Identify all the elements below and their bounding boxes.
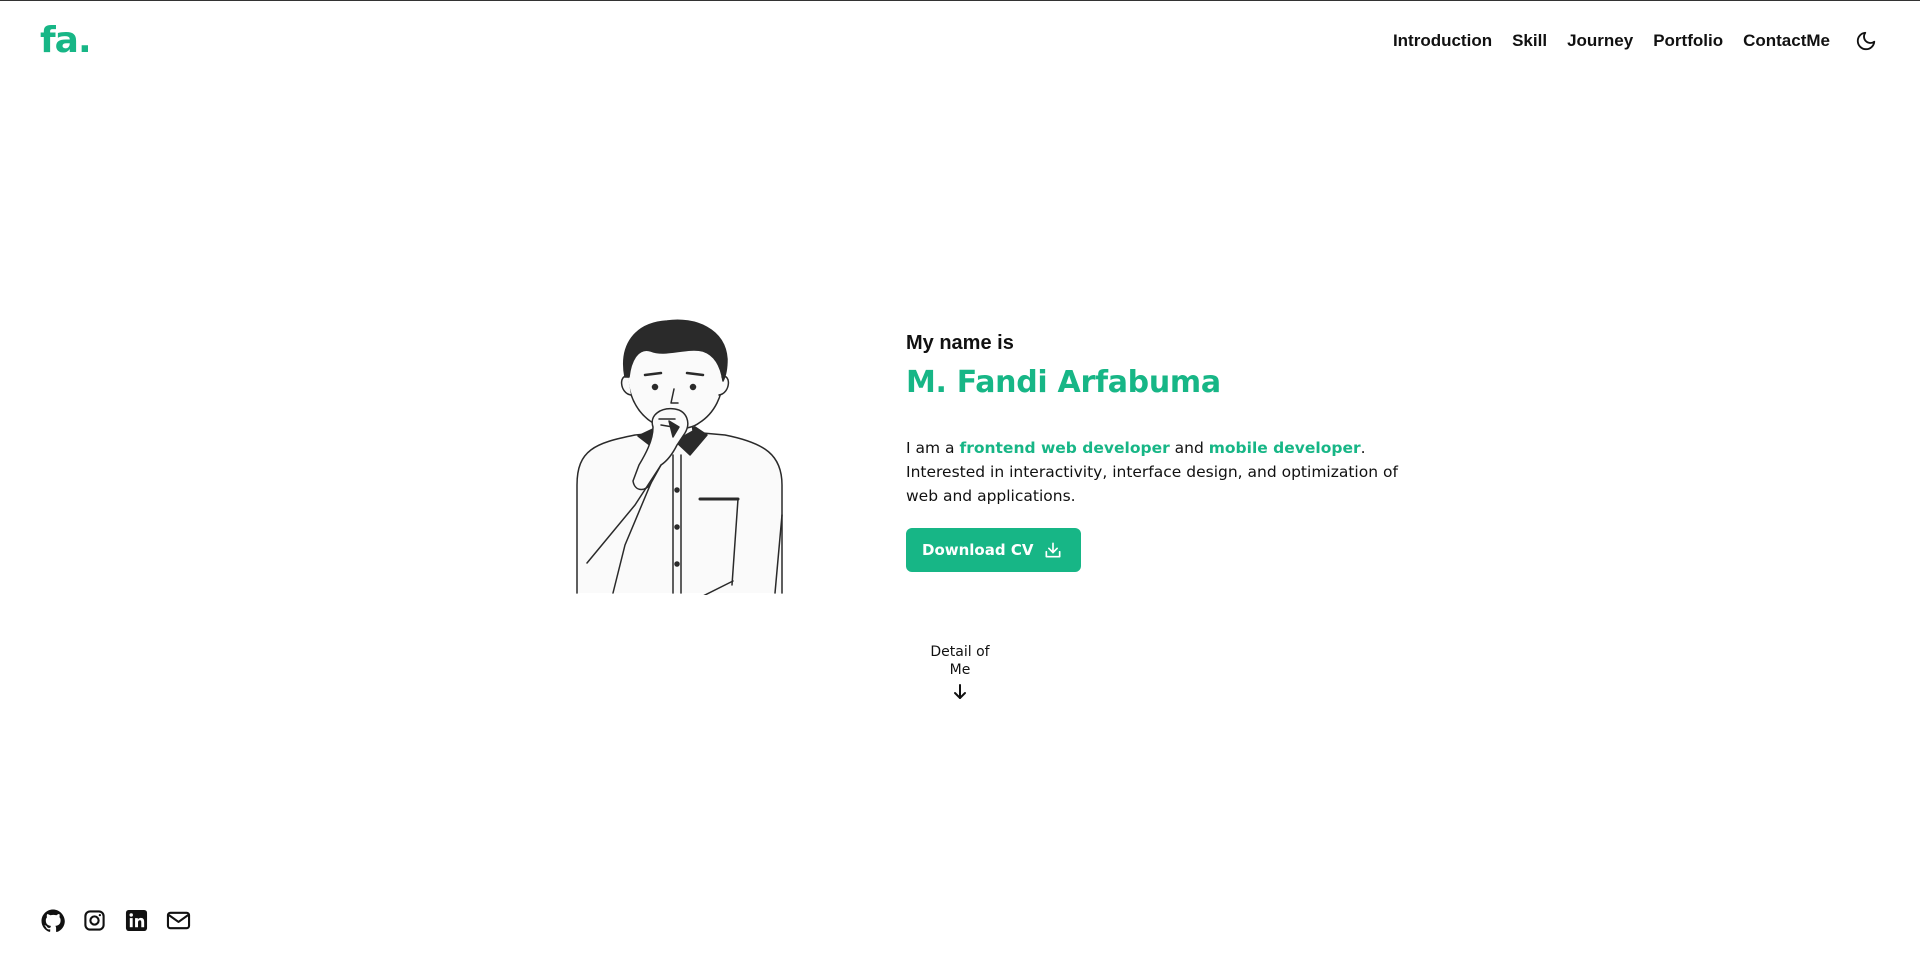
avatar-illustration [576,319,783,595]
theme-toggle-button[interactable] [1852,26,1880,56]
arrow-down-icon [954,684,966,699]
bio-suffix: . [1360,439,1366,457]
github-link[interactable] [40,908,65,933]
bio-interests: Interested in interactivity, interface d… [906,463,1398,505]
top-border [0,0,1920,1]
nav-link-portfolio[interactable]: Portfolio [1653,26,1723,56]
detail-of-me-label: Detail of Me [930,644,990,678]
bio-role-frontend: frontend web developer [959,439,1170,457]
bio-prefix: I am a [906,439,960,457]
linkedin-link[interactable] [124,908,149,933]
mail-link[interactable] [166,908,191,933]
instagram-link[interactable] [82,908,107,933]
instagram-icon [84,910,105,931]
linkedin-icon [125,909,148,932]
nav-link-introduction[interactable]: Introduction [1393,26,1492,56]
moon-icon [1856,31,1876,51]
nav-link-journey[interactable]: Journey [1567,26,1633,56]
github-icon [41,909,65,932]
download-cv-button[interactable]: Download CV [906,528,1082,572]
download-cv-label: Download CV [922,541,1034,559]
hero-text: My name is M. Fandi Arfabuma I am a fron… [906,331,1426,572]
mail-icon [166,911,191,930]
hero-name: M. Fandi Arfabuma [906,365,1221,400]
nav-link-skill[interactable]: Skill [1512,26,1547,56]
download-icon [1045,542,1061,558]
social-links [40,908,191,933]
main-nav: Introduction Skill Journey Portfolio Con… [1393,26,1880,56]
nav-link-contactme[interactable]: ContactMe [1743,26,1830,56]
bio-role-mobile: mobile developer [1208,439,1361,457]
bio-middle: and [1169,439,1209,457]
detail-of-me-link[interactable]: Detail of Me [920,643,1000,701]
site-logo[interactable]: fa. [40,20,92,61]
hero-bio: I am a frontend web developer and mobile… [906,436,1406,508]
intro-label: My name is [906,332,1014,354]
